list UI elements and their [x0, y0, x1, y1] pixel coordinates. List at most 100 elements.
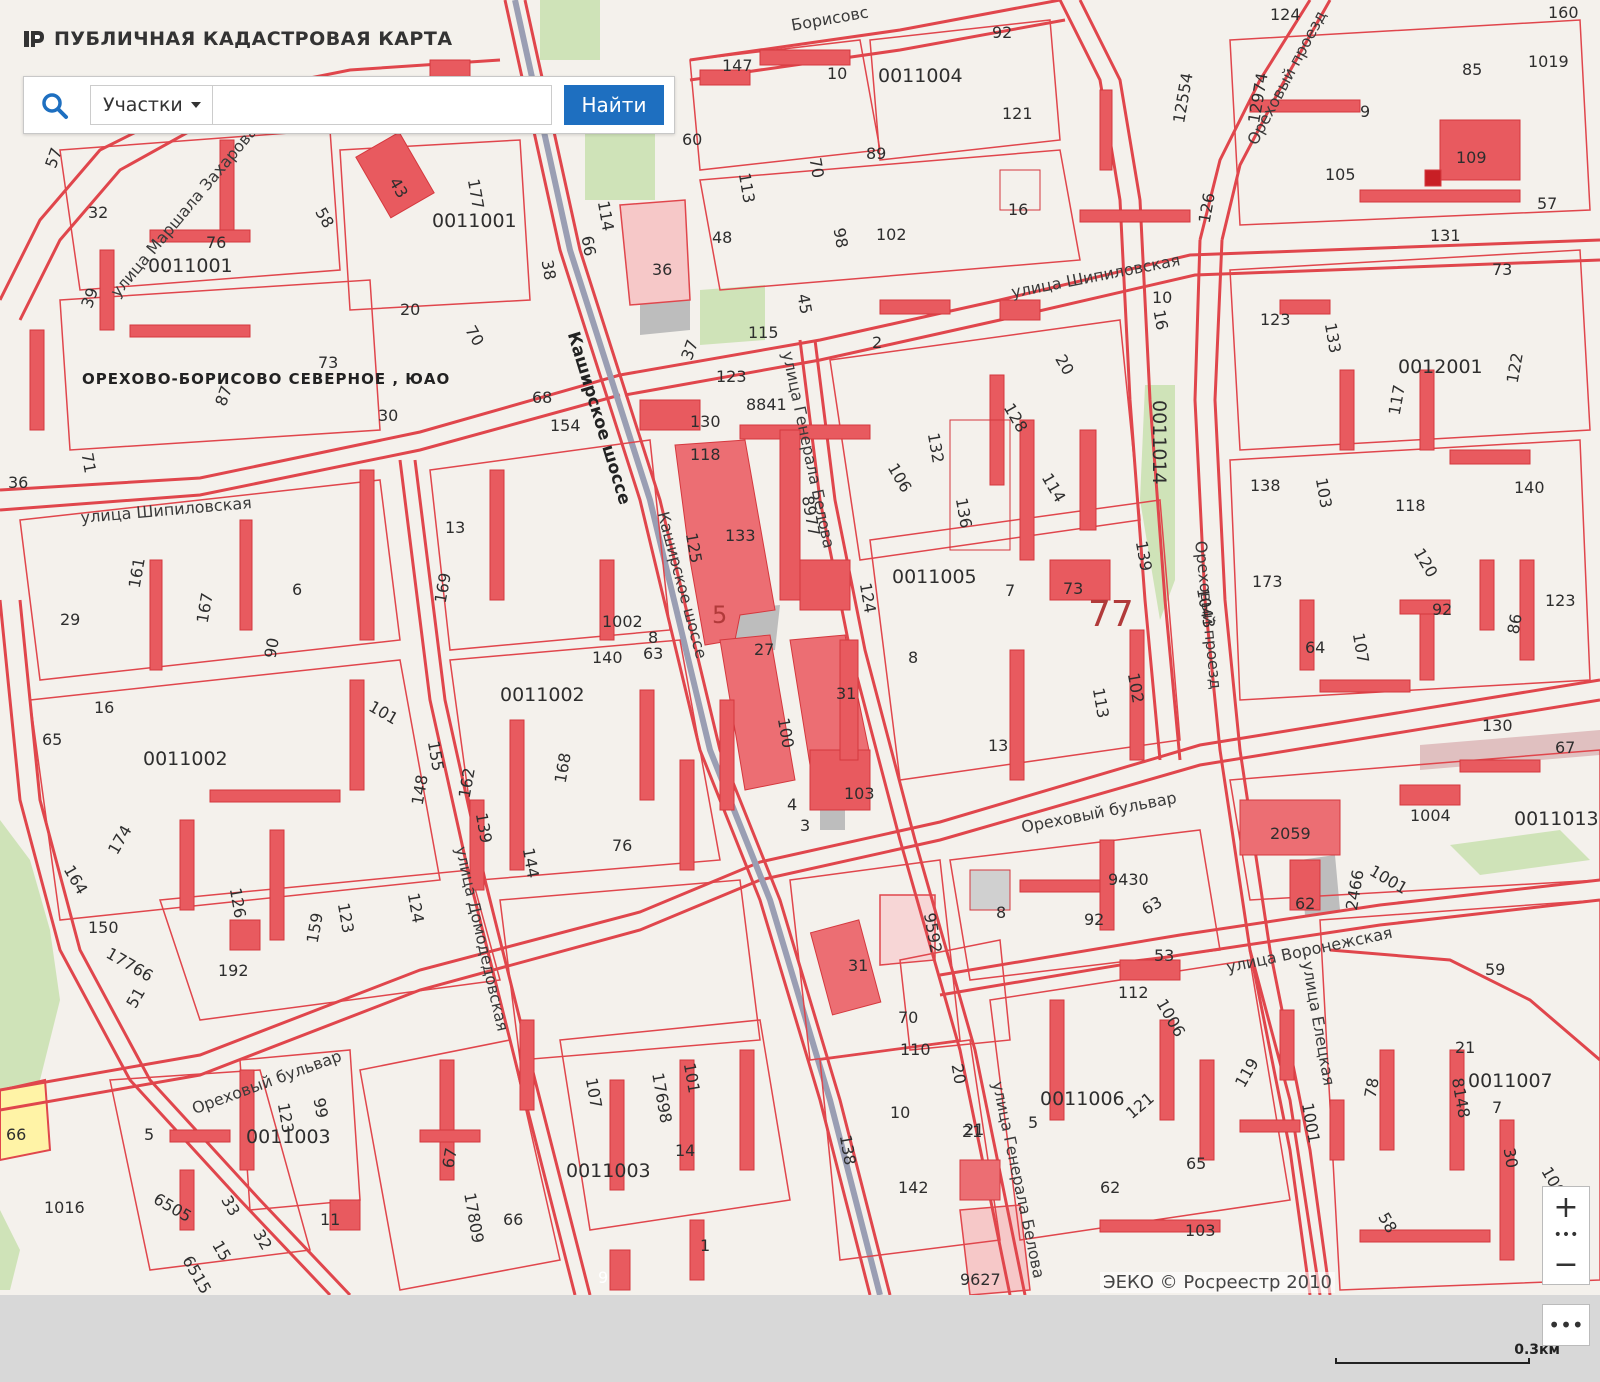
parcel-label: 10	[827, 64, 848, 83]
parcel-label: 8	[908, 648, 919, 667]
parcel-label: 150	[88, 918, 119, 937]
parcel-label: 9430	[1108, 870, 1149, 889]
parcel-label: 9627	[960, 1270, 1001, 1289]
cadastral-block-label: 0011001	[148, 255, 233, 277]
parcel-label: 131	[1430, 226, 1461, 245]
search-category-label: Участки	[103, 94, 183, 116]
parcel-label: 3	[800, 816, 811, 835]
parcel-label: 6	[292, 580, 303, 599]
parcel-label: 38	[537, 258, 560, 282]
parcel-label: 9	[598, 1268, 609, 1287]
parcel-label: 1002	[602, 612, 643, 631]
parcel-label: 59	[1485, 960, 1506, 979]
parcel-label: 155	[423, 739, 448, 773]
parcel-label: 57	[1537, 194, 1558, 213]
parcel-label: 13	[988, 736, 1009, 755]
cadastral-block-label: 0011003	[566, 1160, 651, 1182]
parcel-label: 73	[318, 353, 339, 372]
search-category-dropdown[interactable]: Участки	[90, 85, 212, 125]
parcel-label: 192	[218, 961, 249, 980]
parcel-label: 160	[1548, 3, 1579, 22]
parcel-label: 118	[690, 445, 721, 464]
parcel-label: 140	[1514, 478, 1545, 497]
more-options-button[interactable]: •••	[1542, 1304, 1590, 1346]
parcel-label: 7	[1005, 581, 1016, 600]
parcel-label: 64	[1305, 638, 1326, 657]
cadastral-block-label: 0012001	[1398, 356, 1483, 378]
parcel-label: 110	[900, 1040, 931, 1059]
parcel-label: 70	[805, 156, 828, 180]
minus-icon: −	[1553, 1246, 1579, 1282]
parcel-label: 32	[88, 203, 109, 222]
region-number-label: 77	[1088, 594, 1134, 635]
parcel-label: 36	[652, 260, 673, 279]
parcel-label: 121	[1002, 104, 1033, 123]
parcel-label: 114	[593, 199, 618, 233]
chevron-down-icon	[190, 102, 201, 108]
scale-bar-line	[1335, 1358, 1530, 1364]
parcel-label: 20	[947, 1062, 970, 1086]
parcel-label: 4	[787, 795, 798, 814]
parcel-label: 1019	[1528, 52, 1569, 71]
parcel-label: 107	[1348, 631, 1373, 665]
parcel-label: 67	[438, 1146, 461, 1170]
parcel-label: 118	[1395, 496, 1426, 515]
parcel-label: 92	[992, 23, 1013, 42]
search-input[interactable]	[212, 85, 552, 125]
parcel-label: 73	[1492, 260, 1513, 279]
parcel-label: 136	[951, 496, 976, 530]
parcel-label: 124	[403, 891, 428, 925]
cadastral-block-label: 0011001	[432, 210, 517, 232]
block-number-label: 5	[712, 601, 728, 629]
parcel-label: 71	[77, 451, 100, 475]
cadastral-block-label: 0011014	[1148, 400, 1170, 485]
scale-label: 0.3км	[1514, 1342, 1560, 1358]
zoom-in-button[interactable]: +	[1542, 1186, 1590, 1228]
search-icon[interactable]	[40, 91, 70, 121]
parcel-label: 113	[734, 171, 759, 205]
parcel-label: 10	[890, 1103, 911, 1122]
zoom-more-button[interactable]: •••	[1542, 1226, 1590, 1245]
parcel-label: 21	[1455, 1038, 1476, 1057]
parcel-label: 103	[1185, 1221, 1216, 1240]
parcel-label: 60	[682, 130, 703, 149]
parcel-label: 173	[1252, 572, 1283, 591]
parcel-label: 68	[532, 388, 553, 407]
parcel-label: 133	[725, 526, 756, 545]
parcel-label: 130	[690, 412, 721, 431]
app-title: ПУБЛИЧНАЯ КАДАСТРОВАЯ КАРТА	[54, 28, 453, 50]
parcel-label: 86	[1503, 612, 1526, 636]
parcel-label: 102	[1123, 671, 1148, 705]
parcel-label: 5	[1028, 1113, 1039, 1132]
cadastral-block-label: 0011007	[1468, 1070, 1553, 1092]
parcel-label: 16	[1149, 308, 1172, 332]
parcel-label: 126	[225, 886, 250, 920]
parcel-label: 63	[643, 644, 664, 663]
parcel-label: 100	[773, 716, 798, 750]
parcel-label: 27	[754, 640, 775, 659]
cadastral-block-label: 0011013	[1514, 808, 1599, 830]
district-label: ОРЕХОВО-БОРИСОВО СЕВЕРНОЕ , ЮАО	[82, 370, 451, 388]
parcel-label: 124	[855, 581, 880, 615]
cadastral-block-label: 0011004	[878, 65, 963, 87]
parcel-label: 112	[1118, 983, 1149, 1002]
search-button[interactable]: Найти	[564, 85, 664, 125]
parcel-label: 8	[648, 628, 659, 647]
parcel-label: 29	[60, 610, 81, 629]
parcel-label: 177	[463, 177, 488, 211]
parcel-label: 7	[1492, 1098, 1503, 1117]
parcel-label: 103	[1311, 476, 1336, 510]
parcel-label: 138	[1250, 476, 1281, 495]
cadastral-block-label: 0011002	[500, 684, 585, 706]
parcel-label: 66	[577, 234, 600, 258]
zoom-out-button[interactable]: −	[1542, 1244, 1590, 1285]
map-canvas[interactable]: ОРЕХОВО-БОРИСОВО СЕВЕРНОЕ , ЮАО 77 5 Каш…	[0, 0, 1600, 1295]
parcel-label: 113	[1088, 686, 1113, 720]
parcel-label: 130	[1482, 716, 1513, 735]
parcel-label: 9	[1360, 102, 1371, 121]
parcel-label: 13	[445, 518, 466, 537]
parcel-label: 48	[712, 228, 733, 247]
ellipsis-icon: •••	[1553, 1227, 1579, 1243]
cadastral-block-label: 0011005	[892, 566, 977, 588]
cadastral-block-label: 0011002	[143, 748, 228, 770]
